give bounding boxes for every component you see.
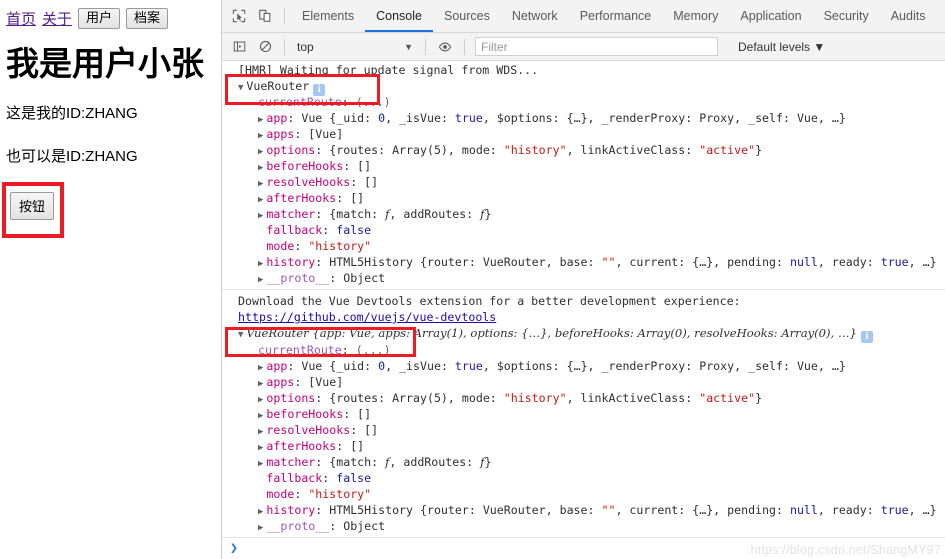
console-message-devtools-notice: Download the Vue Devtools extension for … <box>238 294 741 308</box>
console-prop-beforehooks-1[interactable]: ▶ beforeHooks: [] <box>222 158 945 174</box>
prop-key-2: currentRoute <box>258 343 342 357</box>
toolbar-divider <box>284 8 285 24</box>
page-text-id-1: 这是我的ID:ZHANG <box>6 104 138 122</box>
console-prop-fallback-2[interactable]: ▶fallback: false <box>222 470 945 486</box>
execution-context-select[interactable]: top ▼ <box>291 37 419 57</box>
console-object-name-2: VueRouter <box>246 326 309 340</box>
console-prop-apps-1[interactable]: ▶ apps: [Vue] <box>222 126 945 142</box>
prop-value: (...) <box>355 95 391 109</box>
devtools-tabs: Elements Console Sources Network Perform… <box>291 0 936 32</box>
tab-security[interactable]: Security <box>813 0 880 32</box>
console-prop-fallback-1[interactable]: ▶fallback: false <box>222 222 945 238</box>
console-prop-apps-2[interactable]: ▶ apps: [Vue] <box>222 374 945 390</box>
live-expression-icon[interactable] <box>432 34 458 60</box>
disclosure-triangle-open-icon-2[interactable]: ▼ <box>238 330 243 340</box>
console-prop-currentroute-2[interactable]: currentRoute: (...) <box>222 342 945 358</box>
filter-input[interactable]: Filter <box>475 37 718 56</box>
console-output[interactable]: [HMR] Waiting for update signal from WDS… <box>222 61 945 559</box>
device-toolbar-icon[interactable] <box>252 3 278 29</box>
clear-console-icon[interactable] <box>252 34 278 60</box>
console-toolbar: top ▼ Filter Default levels ▼ <box>222 33 945 61</box>
action-button[interactable]: 按钮 <box>10 192 55 220</box>
tab-elements[interactable]: Elements <box>291 0 365 32</box>
console-prop-proto-2[interactable]: ▶ __proto__: Object <box>222 518 945 534</box>
console-object-name-1: VueRouter <box>246 79 310 93</box>
screenshot-root: 首页 关于 用户 档案 我是用户小张 这是我的ID:ZHANG 也可以是ID:Z… <box>0 0 945 559</box>
tab-console[interactable]: Console <box>365 0 433 32</box>
console-toolbar-divider-1 <box>284 38 285 55</box>
nav-button-archive[interactable]: 档案 <box>126 8 169 30</box>
console-object-header-1[interactable]: ▼ VueRouter i <box>222 78 945 96</box>
tab-application[interactable]: Application <box>729 0 812 32</box>
prompt-caret-icon: ❯ <box>230 540 238 556</box>
console-toolbar-divider-2 <box>425 38 426 55</box>
prop-key: currentRoute <box>258 95 342 109</box>
console-prop-history-1[interactable]: ▶ history: HTML5History {router: VueRoute… <box>222 254 945 270</box>
chevron-down-icon-levels: ▼ <box>813 39 826 54</box>
console-divider-1 <box>222 289 945 290</box>
console-prop-matcher-1[interactable]: ▶ matcher: {match: f, addRoutes: f} <box>222 206 945 222</box>
console-prop-app-1[interactable]: ▶ app: Vue {_uid: 0, _isVue: true, $optio… <box>222 110 945 126</box>
inspect-element-icon[interactable] <box>226 3 252 29</box>
tab-network[interactable]: Network <box>501 0 569 32</box>
app-nav: 首页 关于 用户 档案 <box>2 8 221 30</box>
tab-audits[interactable]: Audits <box>880 0 937 32</box>
console-prop-afterhooks-2[interactable]: ▶ afterHooks: [] <box>222 438 945 454</box>
console-message-hmr: [HMR] Waiting for update signal from WDS… <box>238 63 539 77</box>
devtools-toolbar: Elements Console Sources Network Perform… <box>222 0 945 33</box>
console-message-devtools-url[interactable]: https://github.com/vuejs/vue-devtools <box>222 309 945 325</box>
disclosure-triangle-open-icon[interactable]: ▼ <box>238 83 243 93</box>
console-prop-currentroute-1[interactable]: currentRoute: (...) <box>222 94 945 110</box>
prop-value-2: (...) <box>355 343 391 357</box>
console-prop-resolvehooks-2[interactable]: ▶ resolveHooks: [] <box>222 422 945 438</box>
tab-sources[interactable]: Sources <box>433 0 501 32</box>
nav-link-about[interactable]: 关于 <box>42 8 72 29</box>
console-object-header-2[interactable]: ▼ VueRouter {app: Vue, apps: Array(1), op… <box>222 325 945 343</box>
console-prop-matcher-2[interactable]: ▶ matcher: {match: f, addRoutes: f} <box>222 454 945 470</box>
console-prop-proto-1[interactable]: ▶ __proto__: Object <box>222 270 945 286</box>
console-prop-options-1[interactable]: ▶ options: {routes: Array(5), mode: "hist… <box>222 142 945 158</box>
nav-link-home[interactable]: 首页 <box>6 8 36 29</box>
app-preview-pane: 首页 关于 用户 档案 我是用户小张 这是我的ID:ZHANG 也可以是ID:Z… <box>0 0 222 559</box>
console-prop-beforehooks-2[interactable]: ▶ beforeHooks: [] <box>222 406 945 422</box>
page-text-id-2: 也可以是ID:ZHANG <box>6 147 138 165</box>
console-prop-resolvehooks-1[interactable]: ▶ resolveHooks: [] <box>222 174 945 190</box>
console-prop-mode-2[interactable]: ▶mode: "history" <box>222 486 945 502</box>
tab-performance[interactable]: Performance <box>569 0 663 32</box>
console-prop-app-2[interactable]: ▶ app: Vue {_uid: 0, _isVue: true, $optio… <box>222 358 945 374</box>
chevron-down-icon: ▼ <box>404 41 413 52</box>
watermark: https://blog.csdn.net/ShangMY97 <box>750 543 941 557</box>
console-prop-mode-1[interactable]: ▶mode: "history" <box>222 238 945 254</box>
console-sidebar-icon[interactable] <box>226 34 252 60</box>
console-object-preview-2: {app: Vue, apps: Array(1), options: {…},… <box>312 326 857 340</box>
console-prop-afterhooks-1[interactable]: ▶ afterHooks: [] <box>222 190 945 206</box>
nav-button-user[interactable]: 用户 <box>78 8 121 30</box>
info-icon-2[interactable]: i <box>860 331 873 343</box>
tab-memory[interactable]: Memory <box>662 0 729 32</box>
log-levels-label: Default levels <box>738 39 811 54</box>
execution-context-value: top <box>297 39 314 54</box>
devtools-panel: Elements Console Sources Network Perform… <box>222 0 945 559</box>
page-title: 我是用户小张 <box>6 45 204 83</box>
console-prop-options-2[interactable]: ▶ options: {routes: Array(5), mode: "hist… <box>222 390 945 406</box>
console-toolbar-divider-3 <box>464 38 465 55</box>
log-levels-dropdown[interactable]: Default levels ▼ <box>738 40 825 54</box>
console-prop-history-2[interactable]: ▶ history: HTML5History {router: VueRoute… <box>222 502 945 518</box>
